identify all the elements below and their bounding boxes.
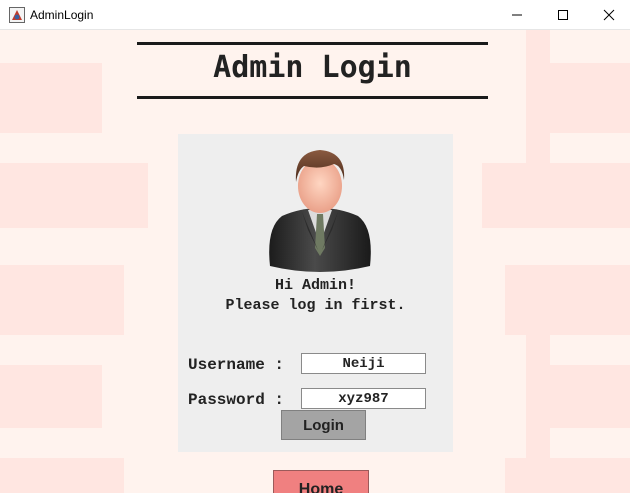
background-pattern xyxy=(550,30,630,63)
background-pattern xyxy=(0,428,80,458)
background-pattern xyxy=(505,458,550,493)
background-pattern xyxy=(525,228,630,265)
background-pattern xyxy=(526,365,550,428)
background-pattern xyxy=(80,63,102,133)
background-pattern xyxy=(0,133,80,163)
window-titlebar: AdminLogin xyxy=(0,0,630,30)
minimize-button[interactable] xyxy=(494,0,540,30)
background-pattern xyxy=(550,133,630,163)
window-title: AdminLogin xyxy=(30,8,94,22)
background-pattern xyxy=(0,335,80,365)
background-pattern xyxy=(526,63,550,133)
username-label: Username : xyxy=(188,356,285,374)
background-pattern xyxy=(80,163,148,228)
password-field[interactable] xyxy=(301,388,426,409)
username-field[interactable] xyxy=(301,353,426,374)
home-button[interactable]: Home xyxy=(273,470,369,493)
maximize-button[interactable] xyxy=(540,0,586,30)
greeting-line-2: Please log in first. xyxy=(225,297,406,314)
minimize-icon xyxy=(512,14,522,16)
java-icon xyxy=(9,7,25,23)
background-pattern xyxy=(80,365,102,428)
page-title: Admin Login xyxy=(213,50,412,85)
password-label: Password : xyxy=(188,391,285,409)
background-pattern xyxy=(550,335,630,365)
background-pattern xyxy=(505,265,550,335)
title-rule-bottom xyxy=(137,96,488,99)
background-pattern xyxy=(0,228,105,265)
close-button[interactable] xyxy=(586,0,630,30)
admin-avatar-icon xyxy=(264,146,376,277)
background-pattern xyxy=(80,265,124,335)
background-pattern xyxy=(482,163,550,228)
background-pattern xyxy=(550,428,630,458)
content-area: Admin Login Hi Admin! Please log in firs… xyxy=(0,30,630,493)
close-icon xyxy=(603,9,615,21)
login-panel: Hi Admin! Please log in first. Username … xyxy=(178,134,453,452)
login-button[interactable]: Login xyxy=(281,410,366,440)
background-pattern xyxy=(80,458,124,493)
title-rule-top xyxy=(137,42,488,45)
greeting-line-1: Hi Admin! xyxy=(274,277,356,294)
background-pattern xyxy=(0,30,80,63)
maximize-icon xyxy=(558,10,568,20)
